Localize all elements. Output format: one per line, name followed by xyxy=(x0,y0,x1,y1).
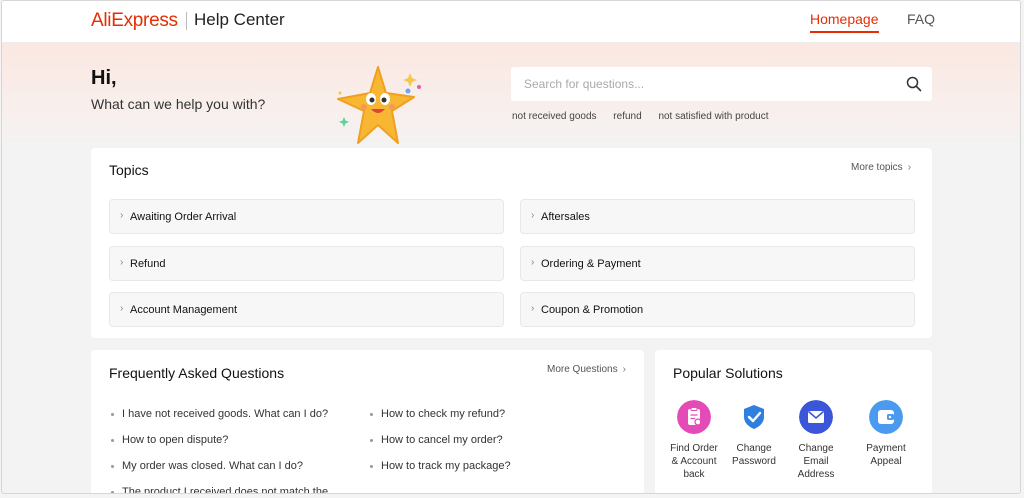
solution-label: Payment Appeal xyxy=(866,443,906,467)
chevron-right-icon: › xyxy=(531,210,535,221)
faq-item[interactable]: My order was closed. What can I do? xyxy=(111,460,303,472)
chevron-right-icon: › xyxy=(120,257,124,268)
greeting: Hi, xyxy=(91,67,117,89)
faq-item[interactable]: How to open dispute? xyxy=(111,434,228,446)
faq-item[interactable]: I have not received goods. What can I do… xyxy=(111,408,328,420)
help-prompt: What can we help you with? xyxy=(91,96,266,112)
popular-solutions-title: Popular Solutions xyxy=(673,365,783,381)
chevron-right-icon: › xyxy=(120,210,124,221)
solution-label: Find Order & Account back xyxy=(670,443,718,480)
faq-item[interactable]: How to track my package? xyxy=(370,460,511,472)
chevron-right-icon: › xyxy=(622,364,626,375)
help-center-page: AliExpress Help Center Homepage FAQ Hi, … xyxy=(1,0,1021,494)
faq-item[interactable]: How to cancel my order? xyxy=(370,434,503,446)
bullet-icon xyxy=(111,438,114,442)
topic-awaiting-order-arrival[interactable]: › Awaiting Order Arrival xyxy=(109,199,504,234)
logo-divider xyxy=(186,12,187,30)
faq-item[interactable]: How to check my refund? xyxy=(370,408,505,420)
chevron-right-icon: › xyxy=(531,257,535,268)
solution-payment-appeal[interactable]: Payment Appeal xyxy=(861,400,911,468)
faq-item[interactable]: The product I received does not match th… xyxy=(111,486,328,493)
solution-change-password[interactable]: Change Password xyxy=(729,400,779,468)
hot-search-chips: not received goods refund not satisfied … xyxy=(512,111,783,122)
bullet-icon xyxy=(111,412,114,416)
star-mascot-icon xyxy=(337,66,421,144)
topics-card: Topics More topics › › Awaiting Order Arr… xyxy=(91,148,932,338)
more-topics-link[interactable]: More topics › xyxy=(851,162,911,173)
topic-account-management[interactable]: › Account Management xyxy=(109,292,504,327)
more-questions-link[interactable]: More Questions › xyxy=(547,364,626,375)
solution-label: Change Password xyxy=(732,443,776,467)
chevron-right-icon: › xyxy=(531,303,535,314)
chevron-right-icon: › xyxy=(120,303,124,314)
help-center-title: Help Center xyxy=(194,10,285,29)
wallet-icon xyxy=(869,400,903,434)
bullet-icon xyxy=(370,412,373,416)
topic-refund[interactable]: › Refund xyxy=(109,246,504,281)
topic-aftersales[interactable]: › Aftersales xyxy=(520,199,915,234)
aliexpress-logo[interactable]: AliExpress xyxy=(91,10,178,32)
search-box xyxy=(511,67,932,101)
envelope-icon xyxy=(799,400,833,434)
solution-change-email[interactable]: Change Email Address xyxy=(791,400,841,481)
chip-not-received-goods[interactable]: not received goods xyxy=(512,111,597,122)
faq-card: Frequently Asked Questions More Question… xyxy=(91,350,644,493)
nav-faq[interactable]: FAQ xyxy=(907,11,935,27)
shield-check-icon xyxy=(737,400,771,434)
topic-coupon-promotion[interactable]: › Coupon & Promotion xyxy=(520,292,915,327)
search-input[interactable] xyxy=(511,67,891,101)
bullet-icon xyxy=(370,438,373,442)
nav-homepage[interactable]: Homepage xyxy=(810,11,879,33)
faq-title: Frequently Asked Questions xyxy=(109,365,285,381)
solution-find-order-account[interactable]: Find Order & Account back xyxy=(669,400,719,481)
top-bar: AliExpress Help Center Homepage FAQ xyxy=(2,1,1020,43)
hero-banner: Hi, What can we help you with? no xyxy=(2,43,1020,153)
search-icon[interactable] xyxy=(906,76,922,92)
topics-title: Topics xyxy=(109,162,149,178)
bullet-icon xyxy=(111,490,114,493)
bullet-icon xyxy=(370,464,373,468)
chevron-right-icon: › xyxy=(907,162,912,173)
solution-label: Change Email Address xyxy=(797,443,835,480)
popular-solutions-card: Popular Solutions Find Order & Account b… xyxy=(655,350,932,493)
chip-not-satisfied[interactable]: not satisfied with product xyxy=(658,111,768,122)
topic-ordering-payment[interactable]: › Ordering & Payment xyxy=(520,246,915,281)
clipboard-search-icon xyxy=(677,400,711,434)
chip-refund[interactable]: refund xyxy=(613,111,641,122)
bullet-icon xyxy=(111,464,114,468)
